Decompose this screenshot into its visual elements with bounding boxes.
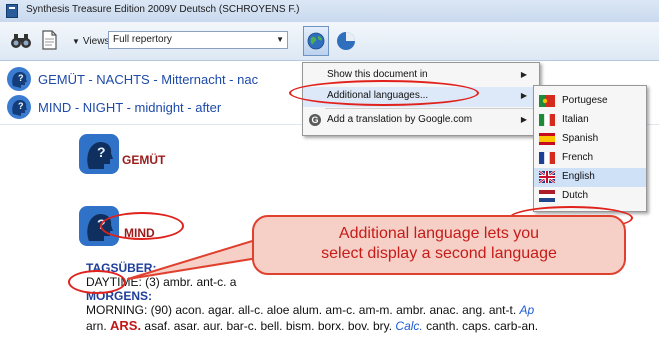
chevron-down-icon: ▼ [276, 35, 284, 44]
remedy-text: canth. caps. carb-an. [422, 319, 539, 333]
callout-line: Additional language lets you [338, 225, 540, 242]
menu-item-label: Add a translation by Google.com [327, 114, 473, 125]
head-icon: ? [7, 95, 31, 119]
highlight-ellipse [68, 270, 126, 294]
rubric-remedies: (3) ambr. ant-c. a [141, 275, 237, 289]
menu-separator [325, 108, 535, 109]
spain-flag-icon [539, 133, 555, 145]
chevron-right-icon: ▶ [520, 91, 527, 100]
remedy-bold[interactable]: ARS. [110, 318, 141, 333]
remedy-link[interactable]: Calc. [395, 319, 422, 333]
menu-item-label: Show this document in [327, 69, 428, 80]
tab-label: MIND - NIGHT - midnight - after [38, 100, 222, 115]
app-icon [6, 4, 18, 18]
rubric-line-remedies: arn. ARS. asaf. asar. aur. bar-c. bell. … [86, 318, 538, 333]
language-label: Dutch [562, 190, 589, 201]
language-label: Portugese [562, 95, 608, 106]
globe-icon [307, 32, 325, 50]
remedy-link[interactable]: Ap [520, 303, 535, 317]
netherlands-flag-icon [539, 190, 555, 202]
tab-label: GEMÜT - NACHTS - Mitternacht - nac [38, 72, 259, 87]
language-item-italian[interactable]: Italian [534, 111, 646, 130]
remedy-text: arn. [86, 319, 111, 333]
remedy-text: asaf. asar. aur. bar-c. bell. bism. borx… [141, 319, 396, 333]
views-dropdown-value: Full repertory [113, 34, 172, 45]
head-icon: ? [7, 67, 31, 91]
language-item-dutch[interactable]: Dutch [534, 187, 646, 206]
chapter-head-icon: ? [79, 134, 119, 174]
title-bar: Synthesis Treasure Edition 2009V Deutsch… [0, 0, 659, 23]
svg-text:?: ? [18, 101, 24, 111]
dropdown-arrow-icon[interactable]: ▼ [72, 37, 80, 46]
chart-icon[interactable] [334, 28, 358, 54]
svg-text:?: ? [18, 73, 24, 83]
toolbar: ▼ Views: Full repertory ▼ [0, 22, 659, 61]
svg-text:?: ? [97, 144, 106, 160]
language-item-spanish[interactable]: Spanish [534, 130, 646, 149]
app-window: Synthesis Treasure Edition 2009V Deutsch… [0, 0, 659, 344]
window-title: Synthesis Treasure Edition 2009V Deutsch… [26, 4, 300, 15]
chapter-title-de: GEMÜT [122, 153, 166, 167]
google-icon: G [309, 114, 321, 126]
binoculars-icon[interactable] [10, 32, 32, 50]
language-item-french[interactable]: French [534, 149, 646, 168]
portugal-flag-icon [539, 95, 555, 107]
language-label: Spanish [562, 133, 599, 144]
chevron-right-icon: ▶ [520, 115, 527, 124]
language-label: Italian [562, 114, 589, 125]
language-label: French [562, 152, 594, 163]
rubric-line-morning: MORNING: (90) acon. agar. all-c. aloe al… [86, 303, 534, 317]
menu-item-google-translation[interactable]: G Add a translation by Google.com ▶ [303, 111, 539, 131]
document-icon[interactable] [40, 28, 60, 52]
highlight-ellipse [100, 212, 184, 240]
views-dropdown[interactable]: Full repertory ▼ [108, 31, 288, 49]
language-item-english[interactable]: English [534, 168, 646, 187]
callout-line: select display a second language [321, 245, 557, 262]
uk-flag-icon [539, 171, 555, 183]
france-flag-icon [539, 152, 555, 164]
chevron-right-icon: ▶ [520, 70, 527, 79]
highlight-ellipse [289, 80, 479, 106]
language-item-portugese[interactable]: Portugese [534, 92, 646, 111]
italy-flag-icon [539, 114, 555, 126]
languages-submenu: Portugese Italian Spanish French English… [533, 85, 647, 212]
rubric-label: MORNING: [86, 303, 148, 317]
views-label: ▼ Views: [72, 36, 112, 47]
language-label: English [562, 171, 595, 182]
rubric-remedies: (90) acon. agar. all-c. aloe alum. am-c.… [147, 303, 517, 317]
callout-text: Additional language lets you select disp… [252, 224, 626, 264]
language-globe-button[interactable] [303, 26, 329, 56]
